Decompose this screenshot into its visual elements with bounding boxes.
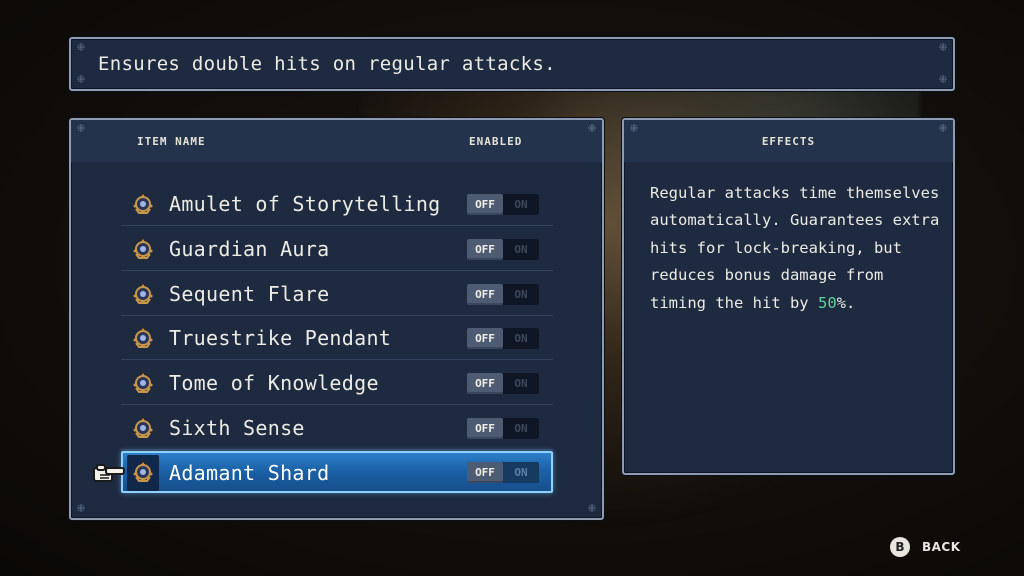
toggle-on-option[interactable]: ON	[503, 328, 539, 349]
item-name: Amulet of Storytelling	[169, 192, 441, 216]
list-item[interactable]: Sequent Flare OFF ON	[121, 272, 553, 316]
toggle-off-option[interactable]: OFF	[467, 238, 503, 260]
column-header-enabled: ENABLED	[469, 135, 523, 148]
item-name: Truestrike Pendant	[169, 326, 392, 351]
back-label: BACK	[922, 540, 961, 554]
list-item[interactable]: Guardian Aura OFF ON	[121, 227, 553, 271]
item-name: Sixth Sense	[169, 416, 305, 440]
list-item[interactable]: Truestrike Pendant OFF ON	[121, 316, 553, 361]
description-panel: ⁜ ⁜ ⁜ ⁜ Ensures double hits on regular a…	[69, 37, 955, 91]
effects-title: EFFECTS	[761, 135, 816, 148]
toggle-off-option[interactable]: OFF	[467, 373, 503, 395]
corner-ornament: ⁜	[76, 41, 86, 54]
relic-amulet-icon	[131, 416, 155, 440]
list-header: ⁜ ⁜ ITEM NAME ENABLED	[71, 120, 602, 162]
enable-toggle[interactable]: OFF ON	[467, 461, 539, 483]
relic-amulet-icon	[131, 281, 155, 306]
corner-ornament: ⁜	[587, 502, 597, 515]
toggle-on-option[interactable]: ON	[503, 239, 539, 260]
relic-amulet-icon	[131, 326, 155, 350]
toggle-off-option[interactable]: OFF	[467, 194, 503, 215]
effects-description: Regular attacks time themselves automati…	[650, 180, 940, 317]
relic-amulet-icon	[131, 236, 155, 261]
relic-amulet-icon	[131, 371, 155, 395]
corner-ornament: ⁜	[76, 122, 86, 135]
toggle-on-option[interactable]: ON	[503, 373, 539, 394]
item-description: Ensures double hits on regular attacks.	[98, 53, 556, 75]
enable-toggle[interactable]: OFF ON	[467, 194, 539, 215]
relic-amulet-icon	[131, 192, 155, 216]
toggle-off-option[interactable]: OFF	[467, 328, 503, 350]
enable-toggle[interactable]: OFF ON	[467, 283, 539, 305]
item-name: Tome of Knowledge	[169, 371, 379, 396]
column-header-item-name: ITEM NAME	[137, 135, 206, 148]
toggle-on-option[interactable]: ON	[503, 418, 539, 439]
pointing-hand-icon	[93, 464, 125, 482]
toggle-on-option[interactable]: ON	[503, 462, 539, 483]
toggle-off-option[interactable]: OFF	[467, 283, 503, 305]
effects-header: ⁜ ⁜ EFFECTS	[624, 120, 953, 162]
list-item[interactable]: Tome of Knowledge OFF ON	[121, 361, 553, 406]
item-name: Adamant Shard	[169, 460, 330, 485]
list-item[interactable]: Sixth Sense OFF ON	[121, 406, 553, 450]
corner-ornament: ⁜	[938, 41, 948, 54]
toggle-on-option[interactable]: ON	[503, 194, 539, 215]
enable-toggle[interactable]: OFF ON	[467, 418, 539, 439]
item-name: Guardian Aura	[169, 236, 330, 261]
list-item[interactable]: Amulet of Storytelling OFF ON	[121, 182, 553, 226]
corner-ornament: ⁜	[938, 122, 948, 135]
corner-ornament: ⁜	[587, 122, 597, 135]
corner-ornament: ⁜	[76, 502, 86, 515]
effects-text-suffix: %.	[836, 293, 856, 312]
corner-ornament: ⁜	[76, 73, 86, 86]
enable-toggle[interactable]: OFF ON	[467, 328, 539, 350]
toggle-off-option[interactable]: OFF	[467, 418, 503, 439]
b-button-icon: B	[890, 537, 910, 557]
item-list-panel: ⁜ ⁜ ITEM NAME ENABLED ⁜ ⁜ Amulet of Stor…	[69, 118, 604, 520]
list-item-selected[interactable]: Adamant Shard OFF ON	[121, 450, 553, 493]
toggle-on-option[interactable]: ON	[503, 284, 539, 305]
back-button[interactable]: B BACK	[890, 536, 961, 558]
effects-panel: ⁜ ⁜ EFFECTS Regular attacks time themsel…	[622, 118, 955, 475]
corner-ornament: ⁜	[629, 122, 639, 135]
item-name: Sequent Flare	[169, 281, 330, 306]
enable-toggle[interactable]: OFF ON	[467, 238, 539, 260]
corner-ornament: ⁜	[938, 73, 948, 86]
relic-amulet-icon	[131, 459, 155, 484]
effects-text: Regular attacks time themselves automati…	[650, 184, 940, 312]
enable-toggle[interactable]: OFF ON	[467, 373, 539, 395]
effects-highlight-value: 50	[817, 293, 837, 312]
toggle-off-option[interactable]: OFF	[467, 461, 503, 483]
